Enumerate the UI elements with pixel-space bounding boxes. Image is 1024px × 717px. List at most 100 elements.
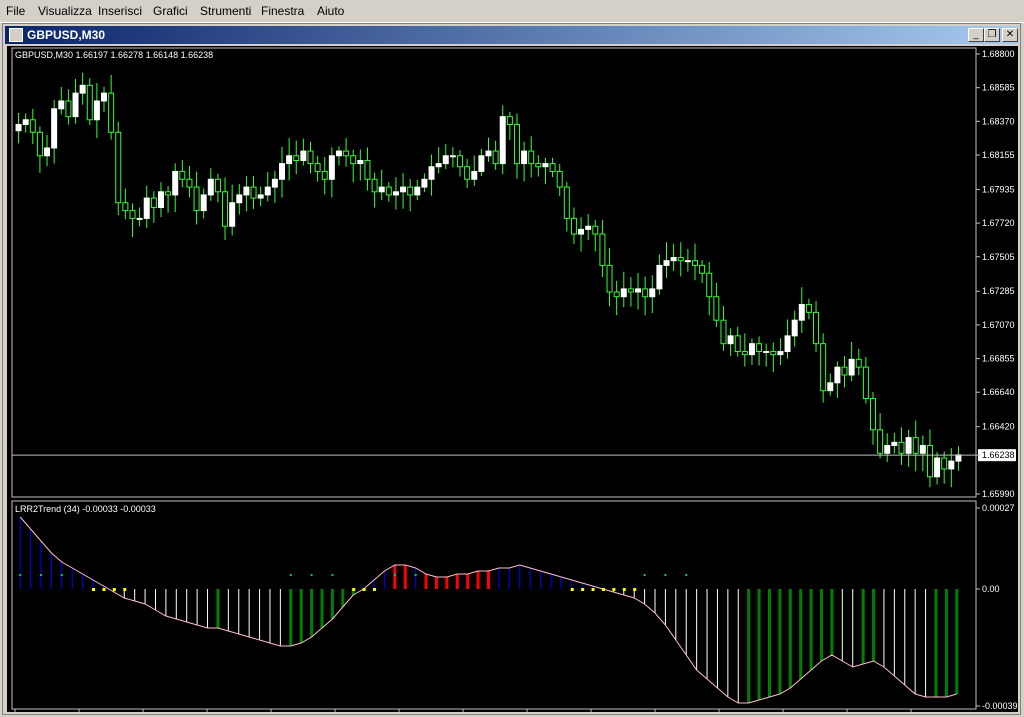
candle-body — [414, 186, 421, 196]
restore-button[interactable]: ❐ — [984, 28, 1000, 42]
candle-body — [877, 429, 884, 454]
signal-dot-yellow — [352, 588, 356, 591]
time-tick-label: 19 Nov 14:00 — [909, 711, 963, 712]
time-tick-label: 17 Nov 22:00 — [269, 711, 323, 712]
price-panel-label: GBPUSD,M30 1.66197 1.66278 1.66148 1.662… — [15, 50, 213, 60]
candle-body — [934, 457, 941, 478]
time-tick-label: 18 Nov 14:00 — [525, 711, 579, 712]
candle-body — [115, 131, 122, 204]
candle-body — [22, 119, 29, 125]
time-tick-label: 18 Nov 02:00 — [333, 711, 387, 712]
menu-inserisci[interactable]: Inserisci — [98, 4, 142, 18]
candle-body — [798, 304, 805, 321]
restore-icon: ❐ — [987, 29, 997, 40]
candle-body — [51, 108, 58, 149]
candle-body — [684, 260, 691, 263]
chart-area[interactable]: 1.68800 1.68585 1.68370 1.68155 1.67935 1.677… — [7, 46, 1018, 717]
candle-body — [570, 217, 577, 235]
price-tick-label: 1.67285 — [982, 286, 1015, 296]
candle-body — [328, 155, 335, 180]
candle-body — [563, 186, 570, 219]
candle-body — [464, 166, 471, 180]
candle-body — [862, 366, 869, 399]
menu-strumenti[interactable]: Strumenti — [200, 4, 251, 18]
candle-body — [371, 178, 378, 193]
candle-body — [243, 186, 250, 196]
candle-body — [592, 225, 599, 235]
candle-body — [264, 186, 271, 196]
candle-body — [478, 155, 485, 172]
candle-body — [649, 288, 656, 298]
menu-file[interactable]: File — [6, 4, 25, 18]
candle-body — [471, 170, 478, 180]
minimize-button[interactable]: _ — [968, 28, 984, 42]
candle-body — [663, 260, 670, 266]
signal-dot-yellow — [601, 588, 605, 591]
candle-body — [926, 444, 933, 478]
candle-body — [58, 100, 65, 110]
candle-body — [385, 186, 392, 196]
candle-body — [834, 366, 841, 384]
title-bar[interactable]: GBPUSD,M30 _ ❐ ✕ — [5, 26, 1018, 44]
price-tick-label: 1.67935 — [982, 184, 1015, 194]
minimize-icon: _ — [973, 29, 979, 40]
menu-visualizza[interactable]: Visualizza — [38, 4, 92, 18]
signal-dot-cyan — [393, 574, 396, 576]
candle-body — [948, 460, 955, 470]
menu-grafici[interactable]: Grafici — [153, 4, 188, 18]
candle-body — [891, 441, 898, 446]
candle-body — [321, 170, 328, 180]
signal-dot-yellow — [622, 588, 626, 591]
time-tick-label: 17 Nov 10:00 — [77, 711, 131, 712]
candle-body — [620, 288, 627, 298]
signal-dot-yellow — [102, 588, 106, 591]
candle-body — [179, 170, 186, 180]
signal-dot-yellow — [112, 588, 116, 591]
price-tick-label: 1.67070 — [982, 320, 1015, 330]
candle-body — [613, 291, 620, 298]
signal-dot-cyan — [289, 574, 292, 576]
menu-aiuto[interactable]: Aiuto — [317, 4, 344, 18]
candle-body — [400, 186, 407, 193]
candle-body — [884, 444, 891, 454]
candle-body — [855, 358, 862, 368]
close-button[interactable]: ✕ — [1002, 28, 1018, 42]
candle-body — [150, 197, 157, 208]
candle-body — [65, 100, 72, 118]
candle-body — [101, 92, 108, 102]
signal-dot-yellow — [612, 588, 616, 591]
price-tick-label: 1.66640 — [982, 387, 1015, 397]
chart-window-icon — [9, 28, 23, 42]
candle-body — [307, 150, 314, 165]
candle-body — [955, 454, 962, 462]
price-tick-label: 1.66238 — [982, 450, 1015, 460]
candle-body — [29, 119, 36, 133]
candle-body — [143, 197, 150, 219]
candle-body — [748, 343, 755, 356]
signal-dot-yellow — [633, 588, 637, 591]
menu-finestra[interactable]: Finestra — [261, 4, 304, 18]
candle-body — [300, 150, 307, 161]
candle-body — [485, 150, 492, 157]
candle-body — [492, 150, 499, 165]
candle-body — [741, 351, 748, 356]
candle-body — [941, 457, 948, 470]
chart-window: GBPUSD,M30 _ ❐ ✕ 1.68800 1.68585 1.68370 1.… — [2, 23, 1021, 717]
candle-body — [357, 159, 364, 165]
candle-body — [713, 296, 720, 321]
candle-body — [36, 131, 43, 157]
chart-svg[interactable]: 1.68800 1.68585 1.68370 1.68155 1.67935 1.677… — [7, 46, 1018, 717]
candle-body — [848, 358, 855, 376]
candle-body — [314, 163, 321, 172]
candle-body — [157, 191, 164, 208]
candle-body — [699, 264, 706, 274]
candle-body — [172, 170, 179, 196]
indicator-tick-label: -0.00039 — [982, 701, 1018, 711]
candle-body — [165, 191, 172, 196]
candle-body — [129, 210, 136, 219]
candle-body — [805, 304, 812, 313]
indicator-tick-label: 0.00 — [982, 584, 1000, 594]
time-tick-label: 18 Nov 22:00 — [653, 711, 707, 712]
candle-body — [841, 366, 848, 376]
candle-body — [549, 163, 556, 172]
